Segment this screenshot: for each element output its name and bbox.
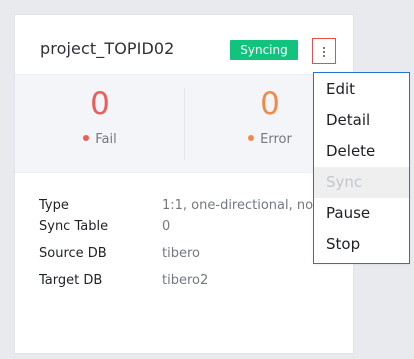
menu-item-delete[interactable]: Delete <box>314 136 409 167</box>
kebab-menu-icon <box>323 47 325 57</box>
more-options-button[interactable] <box>312 38 336 64</box>
fail-dot-icon <box>83 135 90 141</box>
project-actions-menu: Edit Detail Delete Sync Pause Stop <box>313 72 410 264</box>
detail-row-source-db: Source DB tibero <box>39 244 339 264</box>
detail-value-sync-table: 0 <box>162 219 171 234</box>
menu-item-sync: Sync <box>314 167 409 198</box>
detail-row-sync-table: Sync Table 0 <box>39 217 339 237</box>
detail-label-type: Type <box>39 198 69 213</box>
project-card: project_TOPID02 Syncing 0 Fail 0 Error T… <box>14 14 354 354</box>
fail-label: Fail <box>95 132 117 147</box>
menu-item-pause[interactable]: Pause <box>314 198 409 229</box>
menu-item-stop[interactable]: Stop <box>314 229 409 260</box>
detail-value-type: 1:1, one-directional, no <box>162 198 314 213</box>
fail-metric: 0 Fail <box>15 75 185 174</box>
error-dot-icon <box>248 135 255 141</box>
menu-item-edit[interactable]: Edit <box>314 74 409 105</box>
detail-row-target-db: Target DB tibero2 <box>39 271 339 291</box>
metrics-panel: 0 Fail 0 Error <box>15 74 353 173</box>
error-label: Error <box>260 132 292 147</box>
project-title: project_TOPID02 <box>40 39 175 58</box>
detail-label-target-db: Target DB <box>39 273 103 288</box>
card-header: project_TOPID02 Syncing <box>15 15 353 74</box>
fail-count: 0 <box>90 86 110 122</box>
menu-item-detail[interactable]: Detail <box>314 105 409 136</box>
fail-label-row: Fail <box>15 132 185 147</box>
page-background: project_TOPID02 Syncing 0 Fail 0 Error T… <box>0 0 414 359</box>
detail-value-target-db: tibero2 <box>162 273 209 288</box>
detail-label-source-db: Source DB <box>39 246 107 261</box>
project-details: Type 1:1, one-directional, no Sync Table… <box>39 196 339 296</box>
detail-label-sync-table: Sync Table <box>39 219 109 234</box>
detail-value-source-db: tibero <box>162 246 200 261</box>
detail-row-type: Type 1:1, one-directional, no <box>39 196 339 216</box>
status-badge: Syncing <box>230 40 298 60</box>
